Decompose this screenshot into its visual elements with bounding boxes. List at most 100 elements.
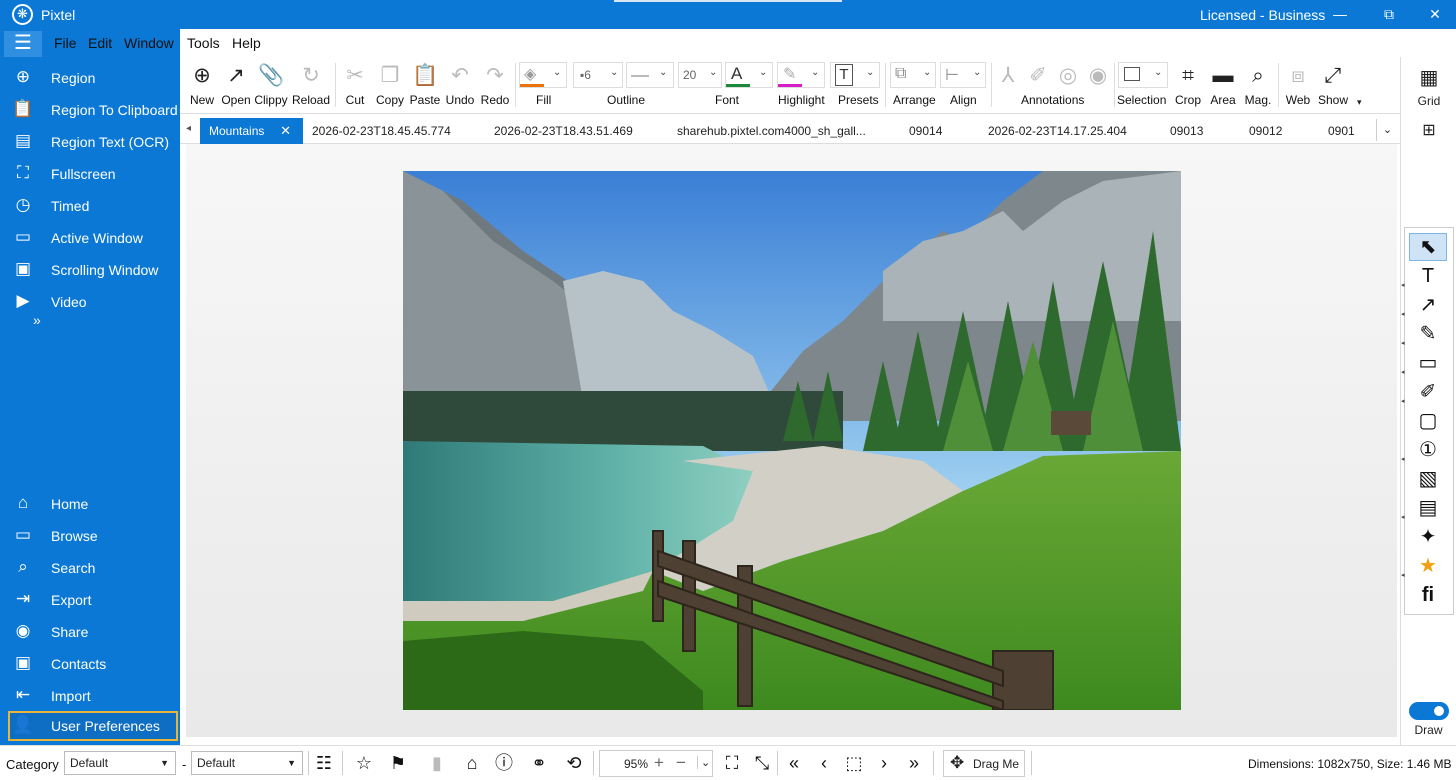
annotation-connect-button[interactable]: ⅄ <box>995 57 1021 114</box>
sidebar-item-region-to-clipboard[interactable]: 📋 Region To Clipboard <box>0 95 180 125</box>
tab-item[interactable]: 2026-02-23T18.43.51.469 <box>494 118 633 144</box>
outline-color-dropdown[interactable]: ⌄ <box>626 62 674 88</box>
menu-edit[interactable]: Edit <box>88 35 112 51</box>
tab-item[interactable]: 0901 <box>1328 118 1355 144</box>
outline-size-dropdown[interactable]: ▪6 ⌄ <box>573 62 623 88</box>
sidebar-item-search[interactable]: ⌕ Search <box>0 553 180 583</box>
sidebar-item-share[interactable]: ◉ Share <box>0 617 180 647</box>
sidebar-item-import[interactable]: ⇤ Import <box>0 681 180 711</box>
previous-icon[interactable]: ‹ <box>812 751 836 775</box>
note-icon[interactable]: ▢ <box>1410 408 1446 434</box>
image-icon[interactable]: ▧ <box>1410 466 1446 492</box>
bookmark-icon[interactable]: ▮ <box>425 751 449 775</box>
toolbar-overflow-icon[interactable]: ▾ <box>1357 97 1362 108</box>
app-logo-icon: ❋ <box>12 4 33 25</box>
show-button[interactable]: ⤢ Show <box>1318 57 1348 114</box>
flag-icon[interactable]: ⚑ <box>386 751 410 775</box>
zoom-out-icon[interactable]: − <box>676 753 686 773</box>
font-color-dropdown[interactable]: A ⌄ <box>725 62 773 88</box>
text-icon[interactable]: ◂ T <box>1401 263 1446 289</box>
sidebar-more-button[interactable]: » <box>33 312 41 328</box>
next-icon[interactable]: › <box>872 751 896 775</box>
magnifier-button[interactable]: ⌕ Mag. <box>1245 57 1272 114</box>
tab-item[interactable]: sharehub.pixtel.com4000_sh_gall... <box>677 118 866 144</box>
sidebar-item-video[interactable]: ▶ Video <box>0 287 180 317</box>
arrow-icon[interactable]: ◂ ↗ <box>1401 292 1446 318</box>
last-page-icon[interactable]: » <box>902 751 926 775</box>
step-number-icon[interactable]: ◂ ① <box>1401 437 1446 463</box>
tab-item[interactable]: 09012 <box>1249 118 1282 144</box>
annotation-record-button[interactable]: ◉ <box>1085 57 1111 114</box>
star-outline-icon[interactable]: ☆ <box>352 751 376 775</box>
menu-help[interactable]: Help <box>232 35 261 51</box>
category-select[interactable]: Default ▼ <box>64 751 176 775</box>
collapse-icon[interactable]: ⤡ <box>750 751 774 775</box>
reload-button[interactable]: ↻ Reload <box>292 57 330 114</box>
hamburger-menu-icon[interactable]: ☰ <box>4 31 42 57</box>
tag-icon[interactable]: ⌂ <box>460 751 484 775</box>
zoom-value[interactable]: 95% <box>624 757 648 771</box>
tab-close-icon[interactable]: ✕ <box>280 118 291 144</box>
sidebar-item-contacts[interactable]: ▣ Contacts <box>0 649 180 679</box>
sidebar-item-scrolling-window[interactable]: ▣ Scrolling Window <box>0 255 180 285</box>
clippy-button[interactable]: 📎 Clippy <box>254 57 287 114</box>
edit-list-icon[interactable]: ☷ <box>312 751 336 775</box>
drag-me-button[interactable]: ✥ Drag Me <box>943 750 1025 777</box>
text-preset-icon: T <box>835 64 853 86</box>
table-icon[interactable]: ◂ ▤ <box>1401 495 1446 521</box>
history-icon[interactable]: ⟲ <box>562 751 586 775</box>
font-icon[interactable]: fi <box>1410 582 1446 608</box>
marker-icon[interactable]: ◂ ✐ <box>1401 379 1446 405</box>
tabs-scroll-left-icon[interactable]: ◂ <box>186 123 191 134</box>
fill-dropdown[interactable]: ◈ ⌄ <box>519 62 567 88</box>
sidebar-item-fullscreen[interactable]: ⛶ Fullscreen <box>0 159 180 189</box>
tab-item[interactable]: 09013 <box>1170 118 1203 144</box>
sidebar-item-browse[interactable]: ▭ Browse <box>0 521 180 551</box>
tab-item[interactable]: 2026-02-23T14.17.25.404 <box>988 118 1127 144</box>
draw-toggle[interactable] <box>1409 702 1449 720</box>
reload-icon: ↻ <box>302 64 320 87</box>
tab-item[interactable]: 09014 <box>909 118 942 144</box>
zoom-chevron-down-icon[interactable]: ⌄ <box>697 756 710 769</box>
select-arrow-icon[interactable]: ⬉ <box>1409 233 1447 261</box>
tab-mountains[interactable]: Mountains ✕ <box>200 118 303 144</box>
mountain-lake-photo[interactable] <box>403 171 1181 710</box>
subcategory-select[interactable]: Default ▼ <box>191 751 303 775</box>
sidebar-item-region-text-ocr[interactable]: ▤ Region Text (OCR) <box>0 127 180 157</box>
grid-button[interactable]: ▦ Grid <box>1401 57 1456 114</box>
select-frame-icon[interactable]: ⬚ <box>842 751 866 775</box>
minimize-button[interactable]: — <box>1325 3 1355 25</box>
sidebar-item-export[interactable]: ⇥ Export <box>0 585 180 615</box>
rectangle-icon[interactable]: ◂ ▭ <box>1401 350 1446 376</box>
sidebar-item-home[interactable]: ⌂ Home <box>0 489 180 519</box>
presets-dropdown[interactable]: T ⌄ <box>830 62 880 88</box>
menu-tools[interactable]: Tools <box>187 35 220 51</box>
add-panel-icon[interactable]: ⊞ <box>1417 119 1441 143</box>
sidebar-item-timed[interactable]: ◷ Timed <box>0 191 180 221</box>
menu-file[interactable]: File <box>54 35 77 51</box>
title-bar: ❋ Pixtel Licensed - Business — ⧉ ✕ <box>0 0 1456 29</box>
menu-window[interactable]: Window <box>124 35 174 51</box>
link-icon[interactable]: ⚭ <box>527 751 551 775</box>
zoom-in-icon[interactable]: + <box>654 753 664 773</box>
first-page-icon[interactable]: « <box>782 751 806 775</box>
font-size-dropdown[interactable]: 20 ⌄ <box>678 62 722 88</box>
redo-button[interactable]: ↷ Redo <box>481 57 510 114</box>
maximize-button[interactable]: ⧉ <box>1374 3 1404 25</box>
info-icon[interactable]: ⓘ <box>492 751 516 775</box>
tab-item[interactable]: 2026-02-23T18.45.45.774 <box>312 118 451 144</box>
arrange-dropdown[interactable]: ⧉ ⌄ <box>890 62 936 88</box>
sidebar-item-active-window[interactable]: ▭ Active Window <box>0 223 180 253</box>
align-dropdown[interactable]: ⊢ ⌄ <box>940 62 986 88</box>
star-icon[interactable]: ◂ ★ <box>1401 553 1446 579</box>
tabs-overflow-chevron-icon[interactable]: ⌄ <box>1376 119 1398 141</box>
editor-canvas[interactable] <box>186 144 1397 737</box>
close-button[interactable]: ✕ <box>1420 3 1450 25</box>
selection-dropdown[interactable]: ⌄ <box>1118 62 1168 88</box>
pen-icon[interactable]: ◂ ✎ <box>1401 321 1446 347</box>
sidebar-item-region[interactable]: ⊕ Region <box>0 63 180 93</box>
magic-icon[interactable]: ✦ <box>1410 524 1446 550</box>
sidebar-item-user-preferences[interactable]: 👤 User Preferences <box>8 711 178 741</box>
fit-icon[interactable]: ⛶ <box>720 751 744 775</box>
highlight-dropdown[interactable]: ✎ ⌄ <box>777 62 825 88</box>
